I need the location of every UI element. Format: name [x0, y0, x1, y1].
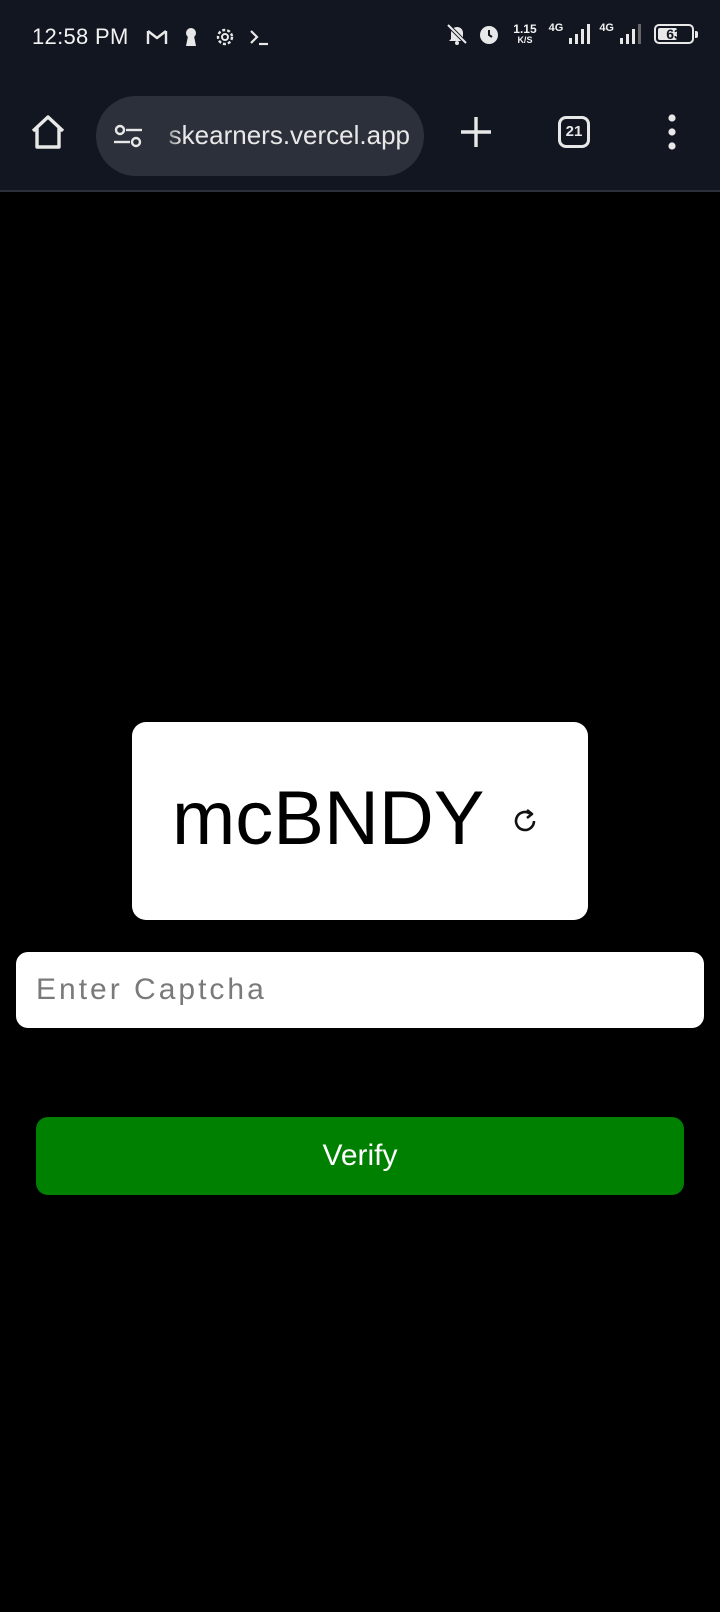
url-value: skearners.vercel.app: [168, 120, 410, 150]
captcha-card: mcBNDY: [132, 722, 588, 920]
gmail-icon: [146, 26, 168, 48]
url-fade: [152, 96, 182, 176]
signal-bars-icon: [618, 22, 642, 46]
status-time: 12:58 PM: [32, 24, 129, 49]
tab-count: 21: [565, 123, 583, 140]
more-menu-icon[interactable]: [660, 112, 684, 152]
network-speed: 1.15 K/S: [513, 23, 536, 45]
status-system-icons: 1.15 K/S 4G 4G 63: [445, 22, 698, 46]
bell-off-icon: [445, 22, 469, 46]
refresh-icon[interactable]: [510, 806, 540, 836]
battery-icon: 63: [654, 24, 698, 44]
address-bar[interactable]: skearners.vercel.app: [96, 96, 424, 176]
signal-bars-icon: [567, 22, 591, 46]
sim2-network-label: 4G: [599, 22, 614, 34]
network-speed-unit: K/S: [517, 35, 533, 45]
sim1-network-label: 4G: [548, 22, 564, 34]
captcha-code: mcBNDY: [172, 776, 485, 861]
status-notification-icons: [146, 26, 270, 48]
tab-switcher-icon[interactable]: 21: [558, 116, 590, 148]
settings-icon: [214, 26, 236, 48]
browser-toolbar: skearners.vercel.app 21: [0, 80, 720, 192]
home-icon[interactable]: [28, 112, 68, 152]
site-settings-icon[interactable]: [112, 122, 144, 150]
network-speed-value: 1.15: [513, 22, 537, 36]
terminal-icon: [248, 26, 270, 48]
keyhole-icon: [180, 26, 202, 48]
new-tab-icon[interactable]: [458, 114, 494, 150]
captcha-input[interactable]: [16, 952, 704, 1028]
alarm-icon: [477, 22, 501, 46]
verify-button[interactable]: Verify: [36, 1117, 684, 1195]
url-text: skearners.vercel.app: [160, 120, 410, 151]
status-bar: 12:58 PM 1.15 K/S 4G 4G 63: [0, 0, 720, 80]
battery-percent: 63: [666, 26, 682, 42]
